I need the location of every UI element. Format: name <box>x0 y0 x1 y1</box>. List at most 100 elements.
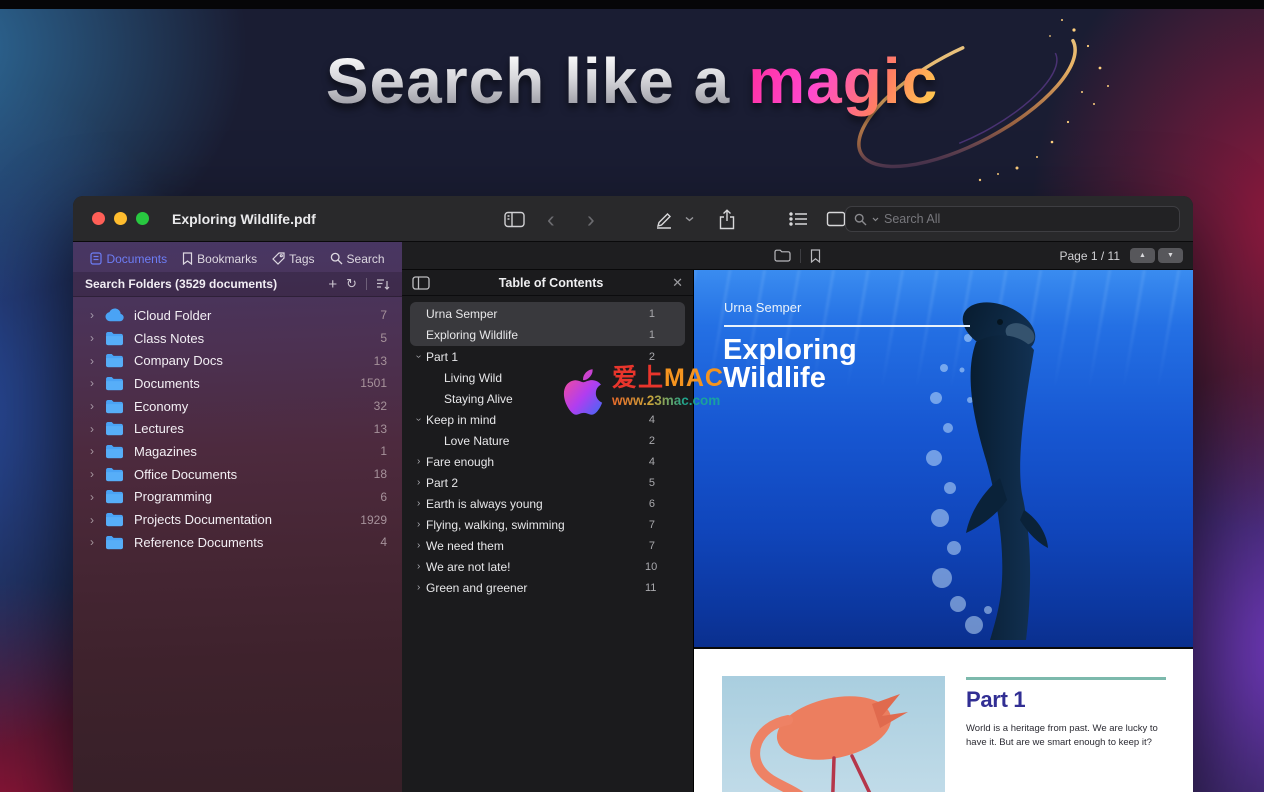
tab-search[interactable]: Search <box>330 252 385 266</box>
folder-row[interactable]: › Magazines 1 <box>73 440 402 463</box>
tab-bookmarks[interactable]: Bookmarks <box>182 252 257 266</box>
search-folders-label: Search Folders (3529 documents) <box>85 277 277 291</box>
folder-row[interactable]: › Company Docs 13 <box>73 349 402 372</box>
markup-chevron-down-icon[interactable] <box>685 196 694 242</box>
toc-row[interactable]: › Love Nature 2 <box>410 430 685 451</box>
toc-chevron-icon[interactable]: › <box>410 519 426 530</box>
toc-chevron-icon[interactable]: › <box>410 456 426 467</box>
folder-row[interactable]: › iCloud Folder 7 <box>73 304 402 327</box>
toc-row[interactable]: › Keep in mind 4 <box>410 409 685 430</box>
single-page-view-icon[interactable] <box>826 196 846 242</box>
chevron-right-icon[interactable]: › <box>90 490 105 504</box>
cover-title: Exploring Wildlife <box>723 336 857 392</box>
cloud-icon <box>105 308 125 322</box>
chevron-right-icon[interactable]: › <box>90 513 105 527</box>
tab-documents[interactable]: Documents <box>90 252 167 266</box>
toc-chevron-icon[interactable]: › <box>410 308 426 319</box>
toc-row[interactable]: › Flying, walking, swimming 7 <box>410 514 685 535</box>
back-icon[interactable]: ‹ <box>547 196 555 242</box>
toc-row[interactable]: › Green and greener 11 <box>410 577 685 598</box>
toc-chevron-icon[interactable]: › <box>428 372 444 383</box>
toc-item-label: Part 2 <box>426 476 645 490</box>
share-icon[interactable] <box>718 196 736 242</box>
toc-chevron-icon[interactable]: › <box>410 351 426 362</box>
toc-row[interactable]: › Staying Alive <box>410 388 685 409</box>
toc-item-label: Keep in mind <box>426 413 645 427</box>
close-toc-icon[interactable]: ✕ <box>672 275 683 291</box>
folder-name: Company Docs <box>134 353 223 368</box>
toc-list-view-icon[interactable] <box>789 196 808 242</box>
page-down-button[interactable]: ▼ <box>1158 248 1183 263</box>
toc-title: Table of Contents <box>430 276 672 290</box>
folder-icon <box>105 489 124 504</box>
forward-icon[interactable]: › <box>587 196 595 242</box>
chevron-right-icon[interactable]: › <box>90 354 105 368</box>
folder-row[interactable]: › Projects Documentation 1929 <box>73 508 402 531</box>
minimize-window-button[interactable] <box>114 212 127 225</box>
chevron-right-icon[interactable]: › <box>90 535 105 549</box>
folder-count: 1 <box>380 444 387 458</box>
toc-chevron-icon[interactable]: › <box>428 393 444 404</box>
folder-count: 32 <box>374 399 387 413</box>
toc-row[interactable]: › Exploring Wildlife 1 <box>410 324 685 345</box>
section-rule <box>966 677 1166 680</box>
refresh-icon[interactable]: ↻ <box>346 276 357 292</box>
toc-list: › Urna Semper 1 › Exploring Wildlife 1 ›… <box>402 296 693 598</box>
toc-row[interactable]: › Living Wild <box>410 367 685 388</box>
bookmark-outline-icon[interactable] <box>810 249 821 263</box>
tab-tags[interactable]: Tags <box>272 252 314 266</box>
toc-item-label: Staying Alive <box>444 392 645 406</box>
toc-item-label: We need them <box>426 539 645 553</box>
toc-chevron-icon[interactable]: › <box>410 561 426 572</box>
page2-heading: Part 1 <box>966 687 1171 713</box>
chevron-right-icon[interactable]: › <box>90 444 105 458</box>
toc-chevron-icon[interactable]: › <box>410 329 426 340</box>
chevron-right-icon[interactable]: › <box>90 331 105 345</box>
folder-icon <box>105 535 124 550</box>
toc-row[interactable]: › Urna Semper 1 <box>410 303 685 324</box>
search-icon <box>854 213 867 226</box>
add-folder-icon[interactable]: + <box>328 276 337 293</box>
folder-name: Documents <box>134 376 200 391</box>
chevron-right-icon[interactable]: › <box>90 376 105 390</box>
toc-chevron-icon[interactable]: › <box>410 582 426 593</box>
page-up-button[interactable]: ▲ <box>1130 248 1155 263</box>
toc-chevron-icon[interactable]: › <box>410 477 426 488</box>
search-input[interactable] <box>884 212 1171 226</box>
toc-header: Table of Contents ✕ <box>402 270 693 296</box>
folder-row[interactable]: › Lectures 13 <box>73 417 402 440</box>
folder-row[interactable]: › Programming 6 <box>73 486 402 509</box>
panel-toggle-icon[interactable] <box>412 276 430 290</box>
chevron-right-icon[interactable]: › <box>90 399 105 413</box>
folder-row[interactable]: › Economy 32 <box>73 395 402 418</box>
pdf-preview[interactable]: Urna Semper Exploring Wildlife <box>694 270 1193 792</box>
markup-pencil-icon[interactable] <box>653 196 675 242</box>
screenshot-root: { "hero": { "title": "Search like a", "t… <box>0 0 1264 792</box>
folder-row[interactable]: › Reference Documents 4 <box>73 531 402 554</box>
toc-chevron-icon[interactable]: › <box>410 540 426 551</box>
toc-row[interactable]: › We need them 7 <box>410 535 685 556</box>
toc-row[interactable]: › We are not late! 10 <box>410 556 685 577</box>
toc-row[interactable]: › Fare enough 4 <box>410 451 685 472</box>
chevron-right-icon[interactable]: › <box>90 422 105 436</box>
close-window-button[interactable] <box>92 212 105 225</box>
sort-icon[interactable] <box>376 278 390 290</box>
toc-row[interactable]: › Part 2 5 <box>410 472 685 493</box>
folder-row[interactable]: › Class Notes 5 <box>73 327 402 350</box>
folder-row[interactable]: › Office Documents 18 <box>73 463 402 486</box>
toc-row[interactable]: › Earth is always young 6 <box>410 493 685 514</box>
toolbar-search-field[interactable] <box>845 206 1180 232</box>
toc-chevron-icon[interactable]: › <box>428 435 444 446</box>
chevron-right-icon[interactable]: › <box>90 467 105 481</box>
search-icon <box>330 252 343 265</box>
sidebar-toggle-icon[interactable] <box>504 196 525 242</box>
toc-row[interactable]: › Part 1 2 <box>410 346 685 367</box>
folder-row[interactable]: › Documents 1501 <box>73 372 402 395</box>
chevron-right-icon[interactable]: › <box>90 308 105 322</box>
toc-item-page: 7 <box>645 519 685 531</box>
top-black-strip <box>0 0 1264 9</box>
toc-chevron-icon[interactable]: › <box>410 414 426 425</box>
toc-chevron-icon[interactable]: › <box>410 498 426 509</box>
zoom-window-button[interactable] <box>136 212 149 225</box>
thumbnails-folder-icon[interactable] <box>774 249 791 262</box>
